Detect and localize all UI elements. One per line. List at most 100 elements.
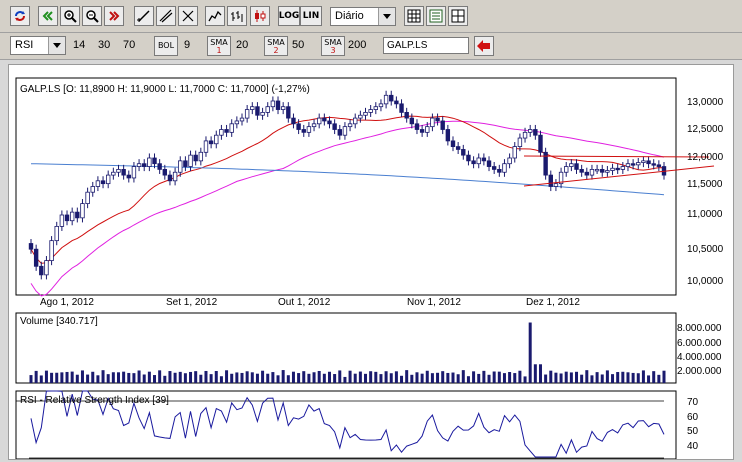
volume-bar: [575, 371, 579, 383]
candle-body: [90, 186, 95, 193]
chart-area[interactable]: GALP.LS [O: 11,8900 H: 11,9000 L: 11,700…: [8, 64, 734, 460]
chevron-down-icon: [378, 8, 395, 25]
volume-bar: [523, 376, 527, 383]
volume-bar: [580, 374, 584, 383]
volume-bar: [291, 371, 295, 383]
volume-bar: [116, 372, 120, 383]
volume-bar: [281, 370, 285, 383]
volume-bar: [569, 372, 573, 383]
volume-bar: [384, 371, 388, 383]
volume-bar: [178, 371, 182, 383]
volume-bar: [106, 374, 110, 383]
sma-2-value[interactable]: 50: [292, 38, 304, 52]
sma-3-button[interactable]: SMA 3: [321, 36, 345, 56]
price-y-tick: 12,5000: [687, 124, 724, 135]
candle-body: [286, 106, 291, 119]
sma-1-value[interactable]: 20: [236, 38, 248, 52]
fibonacci-icon[interactable]: [178, 6, 198, 26]
volume-bar: [502, 373, 506, 383]
volume-bar: [394, 371, 398, 383]
candle-body: [589, 169, 595, 176]
candle-body: [368, 109, 373, 113]
candle-body: [383, 94, 389, 105]
indicator-param-2[interactable]: 30: [98, 38, 110, 52]
volume-bar: [245, 371, 249, 383]
candle-body: [389, 94, 394, 102]
candle-body: [394, 100, 399, 105]
volume-bar: [343, 376, 347, 383]
volume-bar: [250, 372, 254, 383]
volume-bar: [132, 373, 136, 383]
period-select[interactable]: Diário: [330, 7, 396, 26]
candle-body: [116, 169, 121, 173]
price-y-tick: 10,5000: [687, 244, 724, 255]
candle-body: [491, 166, 497, 170]
rsi-y-tick: 70: [687, 397, 699, 408]
candle-body: [414, 123, 420, 130]
bollinger-button[interactable]: BOL: [154, 36, 178, 56]
candle-body: [455, 146, 461, 150]
scroll-forward-icon[interactable]: [104, 6, 124, 26]
candlestick-icon[interactable]: [250, 6, 270, 26]
grid-icon[interactable]: [404, 6, 424, 26]
candle-body: [574, 163, 579, 170]
indicator-select[interactable]: RSI: [10, 36, 66, 55]
chart-svg[interactable]: GALP.LS [O: 11,8900 H: 11,9000 L: 11,700…: [9, 65, 733, 460]
candle-body: [265, 106, 270, 113]
candle-body: [188, 154, 193, 167]
line-chart-icon[interactable]: [205, 6, 225, 26]
price-y-tick: 10,0000: [687, 276, 724, 287]
volume-bar: [492, 371, 496, 383]
candle-body: [291, 117, 296, 125]
scroll-back-icon[interactable]: [38, 6, 58, 26]
linear-scale-button[interactable]: LIN: [300, 6, 322, 26]
volume-bar: [472, 371, 476, 383]
candle-body: [378, 103, 384, 108]
candle-body: [373, 106, 379, 110]
candle-body: [219, 129, 224, 136]
sma-3-value[interactable]: 200: [348, 38, 366, 52]
candle-body: [605, 170, 610, 173]
price-y-tick: 13,0000: [687, 97, 724, 108]
zoom-out-icon[interactable]: [82, 6, 102, 26]
volume-bar: [374, 371, 378, 383]
volume-bar: [122, 371, 126, 383]
symbol-input[interactable]: GALP.LS: [383, 37, 469, 54]
draw-line-icon[interactable]: [134, 6, 154, 26]
volume-bar: [430, 373, 434, 383]
volume-bar: [199, 374, 203, 383]
volume-bar: [647, 375, 651, 383]
candle-body: [280, 106, 286, 110]
candle-body: [430, 117, 435, 128]
sma-1-button[interactable]: SMA 1: [207, 36, 231, 56]
volume-bar: [461, 370, 465, 383]
x-tick: Out 1, 2012: [278, 297, 331, 308]
draw-channel-icon[interactable]: [156, 6, 176, 26]
volume-bar: [528, 322, 532, 383]
layout-icon[interactable]: [448, 6, 468, 26]
volume-bar: [55, 372, 59, 383]
indicator-param-1[interactable]: 14: [73, 38, 85, 52]
sma-2-button[interactable]: SMA 2: [264, 36, 288, 56]
volume-bar: [425, 370, 429, 383]
volume-bar: [322, 373, 326, 383]
refresh-icon[interactable]: [10, 6, 30, 26]
volume-bar: [513, 373, 517, 383]
bar-chart-icon[interactable]: [227, 6, 247, 26]
main-toolbar: LOG LIN Diário: [0, 0, 742, 33]
x-tick: Ago 1, 2012: [40, 297, 94, 308]
volume-bar: [142, 374, 146, 383]
candle-body: [486, 160, 492, 167]
indicator-param-3[interactable]: 70: [123, 38, 135, 52]
arrow-left-icon[interactable]: [474, 36, 494, 56]
candle-body: [162, 169, 168, 176]
candle-body: [512, 146, 517, 159]
data-table-icon[interactable]: [426, 6, 446, 26]
volume-bar: [338, 370, 342, 383]
candle-body: [64, 214, 70, 222]
zoom-in-icon[interactable]: [60, 6, 80, 26]
log-scale-button[interactable]: LOG: [278, 6, 300, 26]
candle-body: [440, 120, 445, 130]
bollinger-value[interactable]: 9: [184, 38, 190, 52]
candle-body: [100, 180, 106, 185]
